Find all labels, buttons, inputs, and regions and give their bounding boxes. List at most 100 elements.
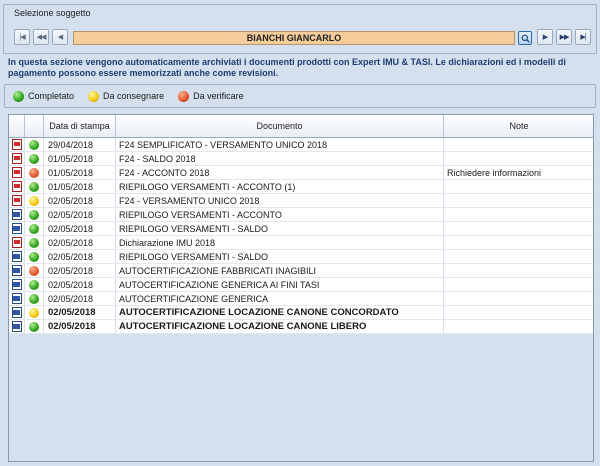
status-cell [25, 306, 44, 319]
file-type-cell [9, 208, 25, 221]
document-cell: F24 - VERSAMENTO UNICO 2018 [116, 194, 444, 207]
file-type-cell [9, 278, 25, 291]
green-status-icon [13, 90, 24, 102]
table-row[interactable]: 01/05/2018 F24 - SALDO 2018 [9, 152, 593, 166]
print-date-cell: 01/05/2018 [44, 152, 116, 165]
document-cell: AUTOCERTIFICAZIONE GENERICA [116, 292, 444, 305]
notes-cell[interactable] [444, 222, 593, 235]
document-cell: RIEPILOGO VERSAMENTI - SALDO [116, 250, 444, 263]
legend-to-deliver-label: Da consegnare [103, 91, 165, 101]
green-status-icon [29, 321, 39, 332]
header-file-type[interactable] [9, 115, 25, 137]
previous-page-icon[interactable]: ◀◀ [33, 29, 49, 45]
last-record-icon[interactable]: ▶| [575, 29, 591, 45]
header-status[interactable] [25, 115, 44, 137]
document-cell: F24 - ACCONTO 2018 [116, 166, 444, 179]
print-date-cell: 02/05/2018 [44, 208, 116, 221]
search-subject-icon[interactable] [518, 31, 532, 45]
table-row[interactable]: 02/05/2018 RIEPILOGO VERSAMENTI - ACCONTO [9, 208, 593, 222]
document-cell: F24 - SALDO 2018 [116, 152, 444, 165]
print-date-cell: 02/05/2018 [44, 236, 116, 249]
legend-completed-label: Completato [28, 91, 75, 101]
document-cell: Dichiarazione IMU 2018 [116, 236, 444, 249]
legend-to-verify-label: Da verificare [193, 91, 244, 101]
grid-header: Data di stampa Documento Note [9, 115, 593, 138]
file-type-cell [9, 306, 25, 319]
green-status-icon [29, 209, 39, 220]
first-record-icon[interactable]: |◀ [14, 29, 30, 45]
table-row[interactable]: 01/05/2018 RIEPILOGO VERSAMENTI - ACCONTO… [9, 180, 593, 194]
status-cell [25, 180, 44, 193]
notes-cell[interactable] [444, 236, 593, 249]
document-cell: AUTOCERTIFICAZIONE LOCAZIONE CANONE CONC… [116, 306, 444, 319]
notes-cell[interactable] [444, 194, 593, 207]
yellow-status-icon [29, 195, 39, 206]
table-row[interactable]: 02/05/2018 AUTOCERTIFICAZIONE GENERICA AI… [9, 278, 593, 292]
notes-cell[interactable] [444, 208, 593, 221]
subject-name-field[interactable]: BIANCHI GIANCARLO [73, 31, 515, 45]
word-file-icon [11, 293, 22, 304]
table-row[interactable]: 02/05/2018 AUTOCERTIFICAZIONE FABBRICATI … [9, 264, 593, 278]
file-type-cell [9, 152, 25, 165]
notes-cell[interactable] [444, 138, 593, 151]
status-cell [25, 278, 44, 291]
status-cell [25, 208, 44, 221]
notes-cell[interactable] [444, 306, 593, 319]
notes-cell[interactable] [444, 152, 593, 165]
table-row[interactable]: 02/05/2018 AUTOCERTIFICAZIONE GENERICA [9, 292, 593, 306]
document-cell: RIEPILOGO VERSAMENTI - ACCONTO (1) [116, 180, 444, 193]
file-type-cell [9, 264, 25, 277]
document-cell: F24 SEMPLIFICATO - VERSAMENTO UNICO 2018 [116, 138, 444, 151]
print-date-cell: 02/05/2018 [44, 250, 116, 263]
pdf-file-icon [11, 181, 22, 192]
header-document[interactable]: Documento [116, 115, 444, 137]
pdf-file-icon [11, 139, 22, 150]
notes-cell[interactable] [444, 292, 593, 305]
document-cell: AUTOCERTIFICAZIONE GENERICA AI FINI TASI [116, 278, 444, 291]
green-status-icon [29, 223, 39, 234]
table-row[interactable]: 01/05/2018 F24 - ACCONTO 2018 Richiedere i… [9, 166, 593, 180]
print-date-cell: 02/05/2018 [44, 278, 116, 291]
red-status-icon [178, 90, 190, 102]
status-cell [25, 250, 44, 263]
file-type-cell [9, 250, 25, 263]
header-print-date[interactable]: Data di stampa [44, 115, 116, 137]
previous-record-icon[interactable]: ◀ [52, 29, 68, 45]
notes-cell[interactable] [444, 180, 593, 193]
print-date-cell: 02/05/2018 [44, 194, 116, 207]
file-type-cell [9, 222, 25, 235]
yellow-status-icon [88, 90, 100, 102]
section-description: In questa sezione vengono automaticament… [8, 57, 566, 78]
word-file-icon [11, 321, 22, 332]
notes-cell[interactable] [444, 250, 593, 263]
table-row[interactable]: 02/05/2018 AUTOCERTIFICAZIONE LOCAZIONE C… [9, 320, 593, 334]
word-file-icon [11, 307, 22, 318]
documents-grid[interactable]: Data di stampa Documento Note 29/04/2018… [8, 114, 594, 462]
file-type-cell [9, 138, 25, 151]
print-date-cell: 02/05/2018 [44, 292, 116, 305]
status-cell [25, 194, 44, 207]
notes-cell[interactable] [444, 320, 593, 333]
table-row[interactable]: 02/05/2018 Dichiarazione IMU 2018 [9, 236, 593, 250]
notes-cell[interactable]: Richiedere informazioni [444, 166, 593, 179]
print-date-cell: 01/05/2018 [44, 180, 116, 193]
file-type-cell [9, 166, 25, 179]
next-record-icon[interactable]: ▶ [537, 29, 553, 45]
green-status-icon [29, 251, 39, 262]
next-page-icon[interactable]: ▶▶ [556, 29, 572, 45]
table-row[interactable]: 02/05/2018 F24 - VERSAMENTO UNICO 2018 [9, 194, 593, 208]
notes-cell[interactable] [444, 278, 593, 291]
green-status-icon [29, 139, 39, 150]
green-status-icon [29, 153, 39, 164]
green-status-icon [29, 293, 39, 304]
table-row[interactable]: 02/05/2018 RIEPILOGO VERSAMENTI - SALDO [9, 222, 593, 236]
table-row[interactable]: 02/05/2018 AUTOCERTIFICAZIONE LOCAZIONE C… [9, 306, 593, 320]
table-row[interactable]: 02/05/2018 RIEPILOGO VERSAMENTI - SALDO [9, 250, 593, 264]
green-status-icon [29, 237, 39, 248]
status-legend: Completato Da consegnare Da verificare [4, 84, 596, 108]
header-notes[interactable]: Note [444, 115, 593, 137]
notes-cell[interactable] [444, 264, 593, 277]
word-file-icon [11, 279, 22, 290]
table-row[interactable]: 29/04/2018 F24 SEMPLIFICATO - VERSAMENTO … [9, 138, 593, 152]
subject-selection-group: Selezione soggetto |◀ ◀◀ ◀ BIANCHI GIANC… [3, 4, 597, 54]
